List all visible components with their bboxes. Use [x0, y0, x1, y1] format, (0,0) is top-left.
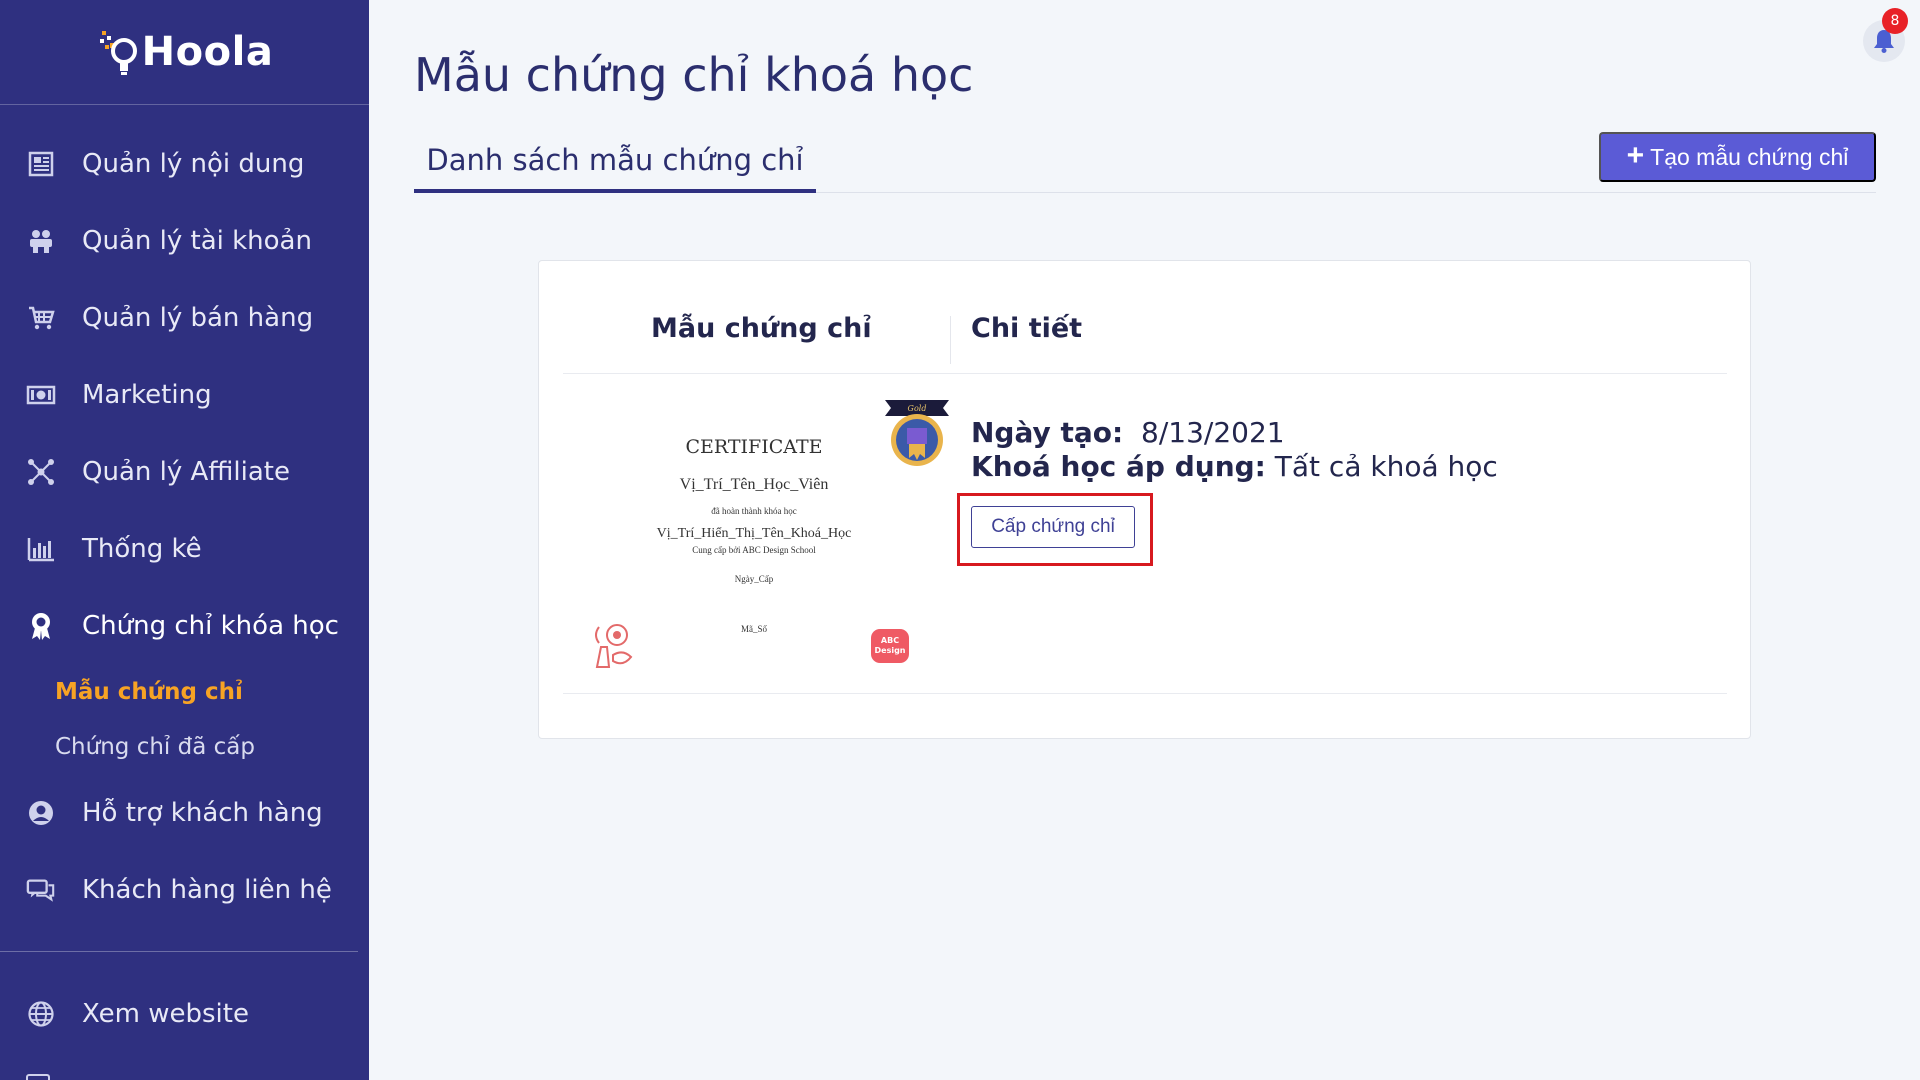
certificate-title: CERTIFICATE — [685, 436, 823, 458]
column-header-details: Chi tiết — [971, 313, 1083, 344]
sidebar-item-label: Quản lý Affiliate — [82, 456, 290, 487]
tab-certificate-template-list[interactable]: Danh sách mẫu chứng chỉ — [414, 130, 816, 193]
cart-icon — [26, 303, 56, 333]
user-circle-icon — [26, 798, 56, 828]
applied-course-value: Tất cả khoá học — [1274, 450, 1498, 483]
sidebar-subitem-issued-certificates[interactable]: Chứng chỉ đã cấp — [0, 719, 369, 774]
users-icon — [26, 226, 56, 256]
sidebar-nav: Quản lý nội dung Quản lý tài khoản Quản … — [0, 105, 369, 928]
sidebar-item-label: Quản lý bán hàng — [82, 302, 314, 333]
logo-text: Hoola — [141, 29, 274, 75]
certificate-student-placeholder: Vị_Trí_Tên_Học_Viên — [679, 476, 829, 493]
sidebar-divider — [0, 951, 358, 952]
sidebar-item-view-website[interactable]: Xem website — [0, 975, 369, 1052]
created-date-value: 8/13/2021 — [1141, 416, 1285, 449]
sidebar-bottom-nav: Xem website — [0, 975, 369, 1052]
column-separator — [950, 316, 951, 364]
page-title: Mẫu chứng chỉ khoá học — [414, 48, 974, 102]
logo-area: Hoola — [0, 0, 369, 105]
sidebar-item-statistics[interactable]: Thống kê — [0, 510, 369, 587]
certificate-date-placeholder: Ngày_Cấp — [734, 574, 774, 584]
sidebar-item-contacts[interactable]: Khách hàng liên hệ — [0, 851, 369, 928]
sidebar-item-sales[interactable]: Quản lý bán hàng — [0, 279, 369, 356]
row-divider — [563, 693, 1727, 694]
plus-icon: + — [1626, 138, 1645, 172]
sidebar-next-item-icon — [26, 1074, 50, 1080]
applied-course-label: Khoá học áp dụng: — [971, 450, 1266, 483]
sidebar-item-label: Hỗ trợ khách hàng — [82, 797, 323, 828]
newspaper-icon — [26, 149, 56, 179]
sidebar-item-label: Khách hàng liên hệ — [82, 874, 332, 905]
notification-count-badge: 8 — [1882, 8, 1908, 34]
sidebar-item-label: Thống kê — [82, 533, 202, 564]
certificate-template-table: Mẫu chứng chỉ Chi tiết CERTIFICATE Vị_Tr… — [538, 260, 1751, 739]
create-certificate-template-button[interactable]: + Tạo mẫu chứng chỉ — [1599, 132, 1876, 182]
sidebar-item-label: Quản lý nội dung — [82, 148, 305, 179]
sidebar-item-marketing[interactable]: Marketing — [0, 356, 369, 433]
sidebar-item-label: Xem website — [82, 998, 249, 1029]
chat-icon — [26, 875, 56, 905]
certificate-preview[interactable]: CERTIFICATE Vị_Trí_Tên_Học_Viên đã hoàn … — [589, 396, 949, 676]
sidebar-item-content[interactable]: Quản lý nội dung — [0, 125, 369, 202]
certificate-code-placeholder: Mã_Số — [740, 624, 767, 634]
decorative-ornament-icon — [595, 624, 633, 668]
abc-design-badge-label: ABC Design — [874, 636, 906, 655]
sidebar-item-support[interactable]: Hỗ trợ khách hàng — [0, 774, 369, 851]
create-button-label: Tạo mẫu chứng chỉ — [1650, 143, 1849, 170]
certificate-provider-text: Cung cấp bởi ABC Design School — [692, 545, 816, 555]
column-header-template: Mẫu chứng chỉ — [651, 313, 872, 344]
certificate-details: Ngày tạo: 8/13/2021 Khoá học áp dụng: Tấ… — [971, 416, 1498, 484]
sidebar-subitem-certificate-templates[interactable]: Mẫu chứng chỉ — [0, 664, 369, 719]
sidebar-item-label: Quản lý tài khoản — [82, 225, 312, 256]
lightbulb-logo-icon — [99, 31, 137, 75]
header-divider — [563, 373, 1727, 374]
gold-seal-icon: Gold — [885, 400, 949, 466]
sidebar-item-label: Chứng chỉ khóa học — [82, 610, 339, 641]
created-date-row: Ngày tạo: 8/13/2021 — [971, 416, 1498, 450]
applied-course-row: Khoá học áp dụng: Tất cả khoá học — [971, 450, 1498, 484]
certificate-completed-text: đã hoàn thành khóa học — [711, 506, 797, 516]
logo[interactable]: Hoola — [96, 27, 274, 77]
sidebar-item-accounts[interactable]: Quản lý tài khoản — [0, 202, 369, 279]
highlight-annotation-box — [957, 493, 1153, 566]
seal-label: Gold — [908, 404, 927, 413]
sidebar-item-certificates[interactable]: Chứng chỉ khóa học — [0, 587, 369, 664]
sidebar: Hoola Quản lý nội dung Quản lý tài khoản… — [0, 0, 369, 1080]
created-date-label: Ngày tạo: — [971, 416, 1124, 449]
abc-design-badge: ABC Design — [871, 629, 909, 663]
certificate-course-placeholder: Vị_Trí_Hiển_Thị_Tên_Khoá_Học — [656, 526, 852, 541]
network-icon — [26, 457, 56, 487]
money-icon — [26, 380, 56, 410]
award-icon — [26, 611, 56, 641]
sidebar-item-label: Marketing — [82, 379, 212, 410]
globe-icon — [26, 999, 56, 1029]
sidebar-item-affiliate[interactable]: Quản lý Affiliate — [0, 433, 369, 510]
bar-chart-icon — [26, 534, 56, 564]
